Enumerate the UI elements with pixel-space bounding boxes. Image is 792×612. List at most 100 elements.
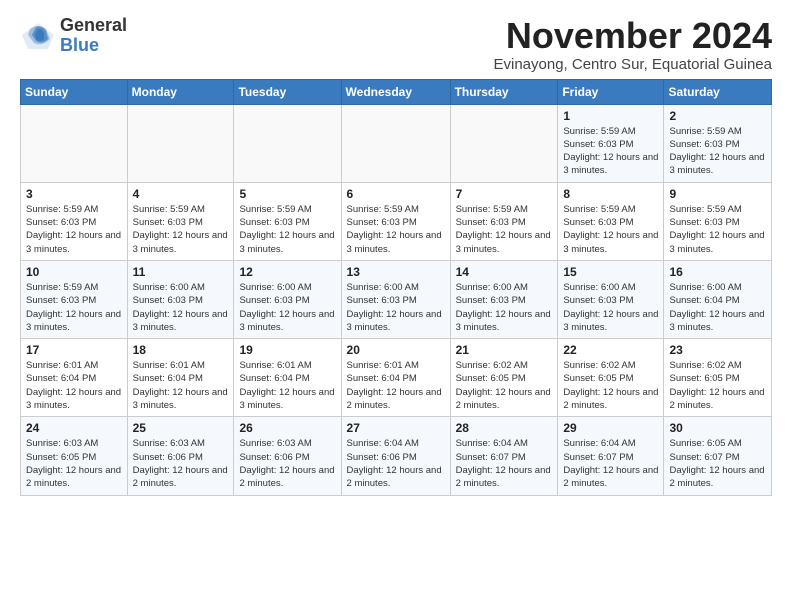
day-info: Sunrise: 6:00 AM Sunset: 6:03 PM Dayligh…	[563, 281, 658, 334]
day-number: 11	[133, 265, 229, 279]
day-info: Sunrise: 6:00 AM Sunset: 6:03 PM Dayligh…	[456, 281, 553, 334]
day-info: Sunrise: 6:00 AM Sunset: 6:03 PM Dayligh…	[347, 281, 445, 334]
calendar-cell: 15 Sunrise: 6:00 AM Sunset: 6:03 PM Dayli…	[558, 260, 664, 338]
day-number: 5	[239, 187, 335, 201]
day-info: Sunrise: 5:59 AM Sunset: 6:03 PM Dayligh…	[563, 203, 658, 256]
calendar-cell: 23 Sunrise: 6:02 AM Sunset: 6:05 PM Dayli…	[664, 339, 772, 417]
calendar-week-row: 17 Sunrise: 6:01 AM Sunset: 6:04 PM Dayli…	[21, 339, 772, 417]
day-number: 3	[26, 187, 122, 201]
day-info: Sunrise: 6:00 AM Sunset: 6:03 PM Dayligh…	[239, 281, 335, 334]
day-info: Sunrise: 6:04 AM Sunset: 6:06 PM Dayligh…	[347, 437, 445, 490]
calendar-week-row: 10 Sunrise: 5:59 AM Sunset: 6:03 PM Dayli…	[21, 260, 772, 338]
day-info: Sunrise: 5:59 AM Sunset: 6:03 PM Dayligh…	[26, 281, 122, 334]
calendar-week-row: 24 Sunrise: 6:03 AM Sunset: 6:05 PM Dayli…	[21, 417, 772, 495]
calendar-cell: 27 Sunrise: 6:04 AM Sunset: 6:06 PM Dayli…	[341, 417, 450, 495]
day-info: Sunrise: 5:59 AM Sunset: 6:03 PM Dayligh…	[669, 203, 766, 256]
day-number: 15	[563, 265, 658, 279]
title-area: November 2024 Evinayong, Centro Sur, Equ…	[493, 16, 772, 73]
calendar-cell: 11 Sunrise: 6:00 AM Sunset: 6:03 PM Dayli…	[127, 260, 234, 338]
calendar-cell: 24 Sunrise: 6:03 AM Sunset: 6:05 PM Dayli…	[21, 417, 128, 495]
calendar-cell: 2 Sunrise: 5:59 AM Sunset: 6:03 PM Daylig…	[664, 104, 772, 182]
day-number: 1	[563, 109, 658, 123]
calendar-week-row: 1 Sunrise: 5:59 AM Sunset: 6:03 PM Daylig…	[21, 104, 772, 182]
calendar-table: Sunday Monday Tuesday Wednesday Thursday…	[20, 79, 772, 496]
col-sunday: Sunday	[21, 79, 128, 104]
day-number: 17	[26, 343, 122, 357]
logo-text: General Blue	[60, 16, 127, 56]
day-number: 24	[26, 421, 122, 435]
calendar-cell	[127, 104, 234, 182]
calendar-cell: 20Sunrise: 6:01 AM Sunset: 6:04 PM Dayli…	[341, 339, 450, 417]
day-info: Sunrise: 5:59 AM Sunset: 6:03 PM Dayligh…	[133, 203, 229, 256]
calendar-cell: 10 Sunrise: 5:59 AM Sunset: 6:03 PM Dayli…	[21, 260, 128, 338]
page-header: General Blue November 2024 Evinayong, Ce…	[20, 16, 772, 73]
calendar-cell: 16Sunrise: 6:00 AM Sunset: 6:04 PM Dayli…	[664, 260, 772, 338]
calendar-cell: 21Sunrise: 6:02 AM Sunset: 6:05 PM Dayli…	[450, 339, 558, 417]
day-number: 28	[456, 421, 553, 435]
calendar-cell: 29Sunrise: 6:04 AM Sunset: 6:07 PM Dayli…	[558, 417, 664, 495]
day-info: Sunrise: 6:00 AM Sunset: 6:03 PM Dayligh…	[133, 281, 229, 334]
calendar-cell: 28 Sunrise: 6:04 AM Sunset: 6:07 PM Dayli…	[450, 417, 558, 495]
calendar-cell: 26 Sunrise: 6:03 AM Sunset: 6:06 PM Dayli…	[234, 417, 341, 495]
day-info: Sunrise: 5:59 AM Sunset: 6:03 PM Dayligh…	[563, 125, 658, 178]
col-saturday: Saturday	[664, 79, 772, 104]
day-number: 29	[563, 421, 658, 435]
day-number: 27	[347, 421, 445, 435]
calendar-cell: 3 Sunrise: 5:59 AM Sunset: 6:03 PM Daylig…	[21, 182, 128, 260]
day-info: Sunrise: 6:02 AM Sunset: 6:05 PM Dayligh…	[563, 359, 658, 412]
day-number: 22	[563, 343, 658, 357]
calendar-cell	[341, 104, 450, 182]
day-number: 20	[347, 343, 445, 357]
calendar-cell	[21, 104, 128, 182]
day-number: 2	[669, 109, 766, 123]
day-number: 18	[133, 343, 229, 357]
logo: General Blue	[20, 16, 127, 56]
day-info: Sunrise: 6:02 AM Sunset: 6:05 PM Dayligh…	[456, 359, 553, 412]
day-info: Sunrise: 6:01 AM Sunset: 6:04 PM Dayligh…	[239, 359, 335, 412]
day-number: 19	[239, 343, 335, 357]
month-title: November 2024	[493, 16, 772, 56]
calendar-cell: 7 Sunrise: 5:59 AM Sunset: 6:03 PM Daylig…	[450, 182, 558, 260]
col-monday: Monday	[127, 79, 234, 104]
calendar-cell: 9Sunrise: 5:59 AM Sunset: 6:03 PM Daylig…	[664, 182, 772, 260]
location-subtitle: Evinayong, Centro Sur, Equatorial Guinea	[493, 56, 772, 73]
col-thursday: Thursday	[450, 79, 558, 104]
calendar-cell: 22 Sunrise: 6:02 AM Sunset: 6:05 PM Dayli…	[558, 339, 664, 417]
day-info: Sunrise: 6:02 AM Sunset: 6:05 PM Dayligh…	[669, 359, 766, 412]
day-info: Sunrise: 6:00 AM Sunset: 6:04 PM Dayligh…	[669, 281, 766, 334]
day-info: Sunrise: 5:59 AM Sunset: 6:03 PM Dayligh…	[347, 203, 445, 256]
day-info: Sunrise: 5:59 AM Sunset: 6:03 PM Dayligh…	[456, 203, 553, 256]
day-number: 4	[133, 187, 229, 201]
day-number: 23	[669, 343, 766, 357]
calendar-cell: 30Sunrise: 6:05 AM Sunset: 6:07 PM Dayli…	[664, 417, 772, 495]
calendar-cell: 4 Sunrise: 5:59 AM Sunset: 6:03 PM Daylig…	[127, 182, 234, 260]
calendar-header-row: Sunday Monday Tuesday Wednesday Thursday…	[21, 79, 772, 104]
day-info: Sunrise: 6:03 AM Sunset: 6:05 PM Dayligh…	[26, 437, 122, 490]
day-info: Sunrise: 5:59 AM Sunset: 6:03 PM Dayligh…	[669, 125, 766, 178]
day-number: 30	[669, 421, 766, 435]
day-info: Sunrise: 6:03 AM Sunset: 6:06 PM Dayligh…	[133, 437, 229, 490]
day-info: Sunrise: 6:01 AM Sunset: 6:04 PM Dayligh…	[133, 359, 229, 412]
col-wednesday: Wednesday	[341, 79, 450, 104]
day-info: Sunrise: 5:59 AM Sunset: 6:03 PM Dayligh…	[26, 203, 122, 256]
calendar-cell: 14 Sunrise: 6:00 AM Sunset: 6:03 PM Dayli…	[450, 260, 558, 338]
calendar-cell: 18 Sunrise: 6:01 AM Sunset: 6:04 PM Dayli…	[127, 339, 234, 417]
calendar-week-row: 3 Sunrise: 5:59 AM Sunset: 6:03 PM Daylig…	[21, 182, 772, 260]
day-number: 25	[133, 421, 229, 435]
day-info: Sunrise: 6:04 AM Sunset: 6:07 PM Dayligh…	[456, 437, 553, 490]
col-friday: Friday	[558, 79, 664, 104]
day-number: 12	[239, 265, 335, 279]
calendar-cell: 19 Sunrise: 6:01 AM Sunset: 6:04 PM Dayli…	[234, 339, 341, 417]
day-number: 26	[239, 421, 335, 435]
calendar-cell	[450, 104, 558, 182]
day-number: 6	[347, 187, 445, 201]
day-number: 10	[26, 265, 122, 279]
col-tuesday: Tuesday	[234, 79, 341, 104]
day-number: 7	[456, 187, 553, 201]
calendar-cell	[234, 104, 341, 182]
logo-icon	[20, 21, 56, 51]
day-info: Sunrise: 6:03 AM Sunset: 6:06 PM Dayligh…	[239, 437, 335, 490]
day-number: 13	[347, 265, 445, 279]
day-number: 14	[456, 265, 553, 279]
calendar-cell: 6 Sunrise: 5:59 AM Sunset: 6:03 PM Daylig…	[341, 182, 450, 260]
